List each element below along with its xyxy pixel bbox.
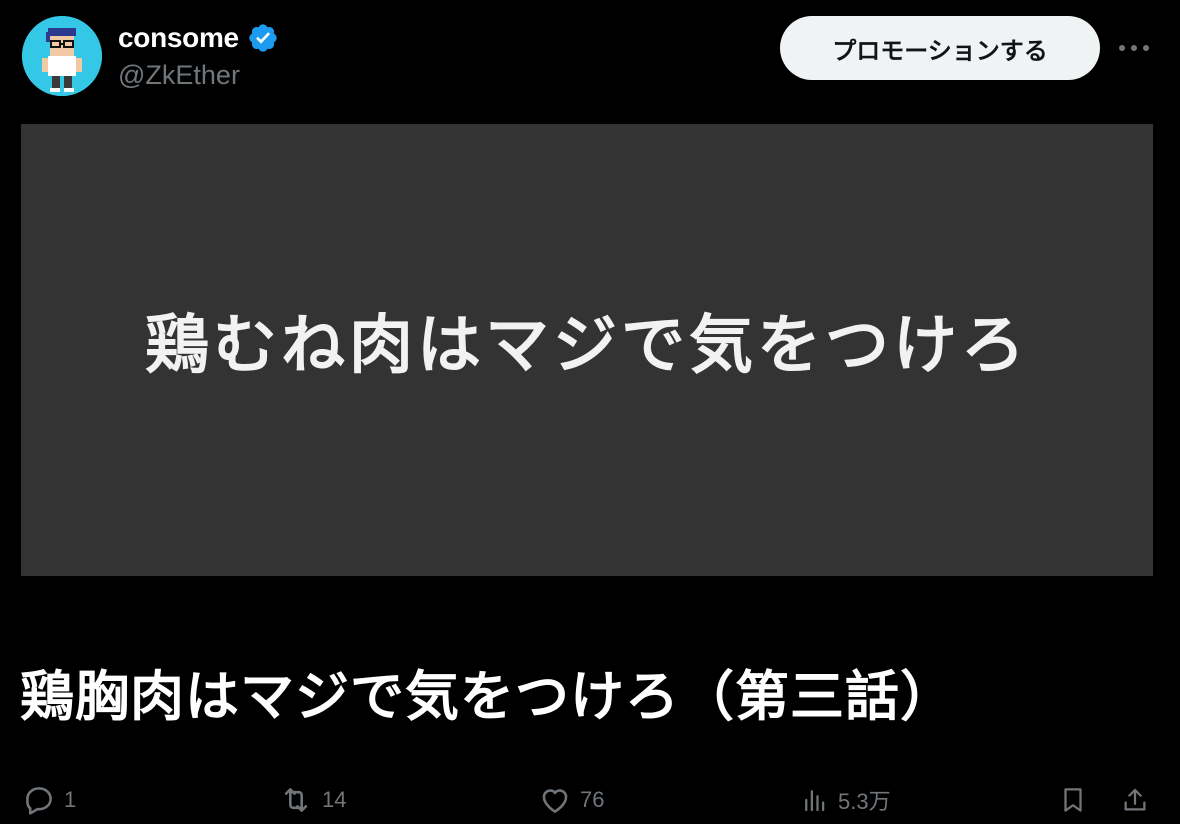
share-upload-icon — [1124, 788, 1146, 811]
repost-count: 14 — [322, 787, 347, 812]
avatar[interactable] — [22, 16, 102, 96]
bookmark-button[interactable] — [1056, 780, 1090, 820]
repost-button[interactable]: 14 — [278, 780, 346, 820]
heart-icon — [542, 789, 568, 813]
bookmark-icon — [1064, 788, 1082, 812]
reply-button[interactable]: 1 — [22, 780, 76, 820]
author-display-name[interactable]: consome — [118, 22, 239, 54]
author-name-row: consome — [118, 18, 279, 58]
like-count: 76 — [580, 787, 605, 812]
tweet-media-image[interactable]: 鶏むね肉はマジで気をつけろ — [21, 124, 1153, 576]
views-bar-chart-icon — [805, 790, 825, 812]
view-count: 5.3万 — [838, 789, 891, 814]
reply-icon — [26, 787, 52, 815]
repost-icon — [284, 788, 308, 812]
like-button[interactable]: 76 — [538, 780, 604, 820]
author-handle[interactable]: @ZkEther — [118, 60, 240, 91]
verified-badge-icon[interactable] — [247, 22, 279, 54]
more-dots-icon — [1119, 45, 1149, 51]
pixel-art-avatar-icon — [22, 16, 102, 96]
promote-button[interactable]: プロモーションする — [780, 16, 1100, 80]
more-button[interactable] — [1114, 30, 1154, 66]
media-caption-text: 鶏むね肉はマジで気をつけろ — [145, 308, 1029, 383]
views-button[interactable]: 5.3万 — [800, 780, 891, 820]
tweet-text: 鶏胸肉はマジで気をつけろ（第三話） — [20, 667, 955, 727]
share-button[interactable] — [1118, 780, 1152, 820]
reply-count: 1 — [64, 787, 77, 812]
